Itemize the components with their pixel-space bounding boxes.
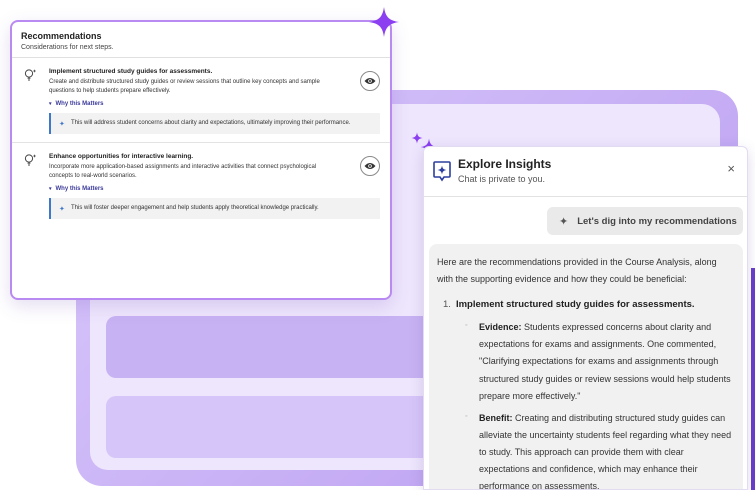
plus-sparkle-icon: ✦ (559, 215, 569, 228)
why-this-matters-box: ✦ This will foster deeper engagement and… (49, 197, 380, 220)
assistant-message-bubble: Here are the recommendations provided in… (429, 244, 743, 490)
why-this-matters-toggle[interactable]: ▾ Why this Matters (49, 186, 380, 192)
why-this-matters-toggle[interactable]: ▾ Why this Matters (49, 101, 380, 107)
background-placeholder-row (106, 316, 436, 378)
chevron-down-icon: ▾ (49, 100, 52, 107)
view-recommendation-button[interactable] (360, 156, 380, 177)
recommendation-title: Enhance opportunities for interactive le… (49, 153, 194, 161)
recommendation-list-item: 1. Implement structured study guides for … (437, 296, 735, 314)
benefit-item: ◦ Benefit: Creating and distributing str… (437, 410, 735, 490)
bullet-dot: ◦ (465, 322, 468, 330)
benefit-text: Creating and distributing structured stu… (479, 412, 732, 490)
sparkle-icon (369, 7, 399, 37)
explore-insights-panel: Explore Insights Chat is private to you.… (423, 146, 748, 490)
user-message-text: Let's dig into my recommendations (577, 215, 737, 227)
eye-icon (364, 78, 376, 84)
bullet-dot: ◦ (465, 412, 468, 420)
why-this-matters-text: This will foster deeper engagement and h… (71, 204, 319, 211)
evidence-item: ◦ Evidence: Students expressed concerns … (437, 319, 735, 404)
eye-icon (364, 163, 376, 170)
sparkle-icon: ✦ (59, 120, 65, 128)
insights-subtitle: Chat is private to you. (458, 174, 546, 184)
background-placeholder-row (106, 396, 436, 458)
recommendation-title: Implement structured study guides for as… (49, 68, 213, 75)
evidence-text: Students expressed concerns about clarit… (479, 322, 731, 401)
insights-header: Explore Insights Chat is private to you.… (424, 147, 747, 197)
chat-body: ✦ Let's dig into my recommendations Here… (424, 197, 747, 490)
sparkle-icon: ✦ (59, 205, 65, 213)
insights-chat-icon (433, 161, 451, 182)
list-item-title: Implement structured study guides for as… (455, 299, 695, 311)
why-this-matters-label: Why this Matters (55, 185, 104, 192)
assistant-intro-text: Here are the recommendations provided in… (437, 257, 717, 285)
recommendation-item: Enhance opportunities for interactive le… (12, 142, 390, 227)
why-this-matters-label: Why this Matters (55, 100, 104, 107)
accent-edge (751, 268, 755, 490)
recommendations-subtitle: Considerations for next steps. (21, 44, 114, 51)
why-this-matters-text: This will address student concerns about… (71, 119, 351, 126)
chevron-down-icon: ▾ (49, 185, 52, 192)
lightbulb-sparkle-icon (24, 69, 37, 81)
why-this-matters-box: ✦ This will address student concerns abo… (49, 112, 380, 135)
recommendations-title: Recommendations (21, 31, 102, 41)
recommendation-description: Create and distribute structured study g… (49, 79, 320, 95)
close-icon[interactable]: × (727, 162, 735, 175)
recommendations-header: Recommendations Considerations for next … (12, 22, 390, 57)
benefit-label: Benefit: (479, 412, 513, 423)
recommendations-card: Recommendations Considerations for next … (10, 20, 392, 300)
insights-title: Explore Insights (458, 157, 552, 171)
lightbulb-sparkle-icon (24, 154, 37, 166)
list-number: 1. (443, 299, 451, 311)
recommendation-item: Implement structured study guides for as… (12, 58, 390, 142)
recommendation-description: Incorporate more application-based assig… (49, 164, 317, 180)
user-message-bubble: ✦ Let's dig into my recommendations (547, 207, 743, 235)
view-recommendation-button[interactable] (360, 71, 380, 91)
evidence-label: Evidence: (479, 322, 522, 333)
